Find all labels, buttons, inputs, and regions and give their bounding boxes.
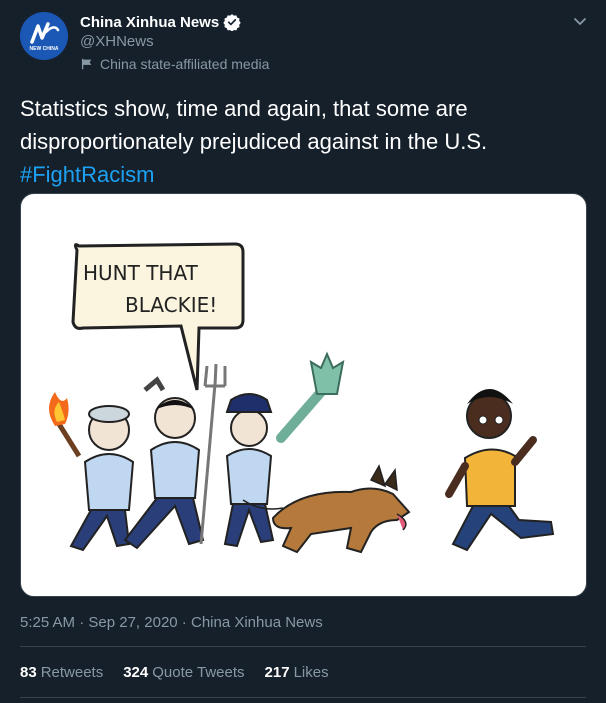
officer-right: [223, 393, 275, 548]
hashtag-link[interactable]: #FightRacism: [20, 158, 586, 191]
officer-left: [69, 405, 135, 552]
tweet-meta: 5:25 AM · Sep 27, 2020 · China Xinhua Ne…: [20, 614, 323, 631]
tweet-text-line: disproportionately prejudiced against in…: [20, 129, 488, 154]
avatar[interactable]: NEW CHINA: [20, 12, 68, 60]
likes-stat[interactable]: 217 Likes: [265, 664, 329, 681]
bubble-text-line1: HUNT THAT: [83, 261, 199, 285]
name-row: China Xinhua News: [80, 13, 241, 31]
tweet-time[interactable]: 5:25 AM: [20, 614, 75, 631]
running-man: [445, 389, 555, 552]
cartoon-illustration: HUNT THAT BLACKIE!: [49, 242, 555, 554]
likes-label: Likes: [293, 664, 329, 681]
tweet-stats: 83 Retweets 324 Quote Tweets 217 Likes: [20, 664, 349, 681]
divider: [20, 697, 586, 698]
retweets-count: 83: [20, 664, 37, 681]
meta-separator: ·: [177, 614, 191, 631]
quote-tweets-stat[interactable]: 324 Quote Tweets: [123, 664, 244, 681]
verified-badge-icon: [223, 14, 241, 31]
tweet-image[interactable]: HUNT THAT BLACKIE!: [20, 193, 587, 597]
liberty-statue: [276, 351, 345, 443]
tweet-text-line: Statistics show, time and again, that so…: [20, 96, 468, 121]
pitchfork: [199, 363, 227, 545]
display-name[interactable]: China Xinhua News: [80, 14, 219, 31]
quote-tweets-label: Quote Tweets: [152, 664, 245, 681]
retweets-label: Retweets: [40, 664, 104, 681]
divider: [20, 646, 586, 647]
affiliation-text: China state-affiliated media: [100, 56, 270, 72]
xinhua-logo-icon: NEW CHINA: [20, 12, 68, 60]
torch: [49, 392, 82, 458]
avatar-caption: NEW CHINA: [30, 46, 59, 52]
meta-separator: ·: [75, 614, 89, 631]
affiliation-label[interactable]: China state-affiliated media: [80, 56, 269, 72]
tweet-source[interactable]: China Xinhua News: [191, 614, 323, 631]
tweet-text: Statistics show, time and again, that so…: [20, 92, 586, 191]
tweet-date[interactable]: Sep 27, 2020: [88, 614, 177, 631]
flag-icon: [81, 58, 92, 70]
bubble-text-line2: BLACKIE!: [125, 293, 217, 317]
handle[interactable]: @XHNews: [80, 33, 154, 50]
likes-count: 217: [264, 664, 290, 681]
chevron-down-icon[interactable]: [570, 12, 590, 32]
retweets-stat[interactable]: 83 Retweets: [20, 664, 103, 681]
quote-tweets-count: 324: [123, 664, 149, 681]
tweet: NEW CHINA China Xinhua News @XHNews Chin…: [0, 0, 606, 703]
officer-middle: [123, 376, 205, 550]
